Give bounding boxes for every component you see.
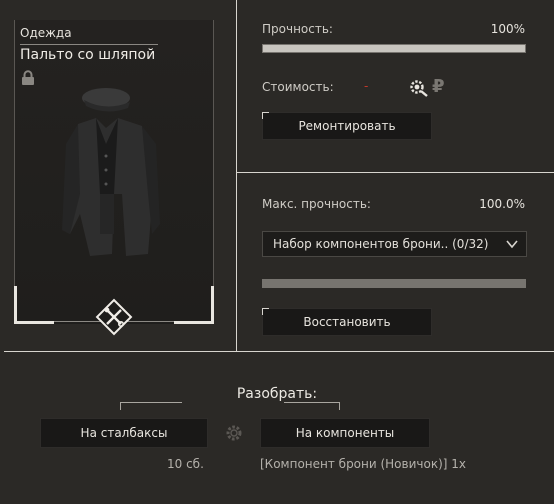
disassemble-components-button[interactable]: На компоненты xyxy=(260,418,430,448)
chevron-down-icon xyxy=(506,240,518,249)
max-durability-bar xyxy=(262,279,526,288)
lock-icon xyxy=(22,70,34,85)
durability-label: Прочность: xyxy=(262,22,333,36)
item-category: Одежда xyxy=(20,26,72,40)
disassemble-title: Разобрать: xyxy=(236,386,318,402)
durability-bar-fill xyxy=(263,45,525,52)
right-panel-divider xyxy=(236,172,554,173)
disassemble-stalbucks-button[interactable]: На сталбаксы xyxy=(40,418,208,448)
settings-gear-icon xyxy=(410,80,428,97)
max-durability-label: Макс. прочность: xyxy=(262,197,371,211)
coat-image xyxy=(62,88,160,256)
gear-icon xyxy=(226,425,242,441)
vertical-divider xyxy=(236,0,237,352)
repair-button-label: Ремонтировать xyxy=(298,119,396,133)
repair-kit-select[interactable]: Набор компонентов брони.. (0/32) xyxy=(262,231,527,257)
durability-value: 100% xyxy=(490,22,525,36)
repair-kit-selected: Набор компонентов брони.. (0/32) xyxy=(273,237,489,251)
disassemble-tick-right xyxy=(339,402,340,410)
stalbucks-amount: 10 сб. xyxy=(167,457,204,471)
max-durability-bar-fill xyxy=(263,280,525,287)
ruble-icon: ₽ xyxy=(432,76,445,97)
section-divider xyxy=(4,351,554,352)
card-corner-left xyxy=(14,286,54,324)
disassemble-line-right xyxy=(284,402,340,403)
stalbucks-button-label: На сталбаксы xyxy=(80,426,168,440)
restore-button-label: Восстановить xyxy=(303,315,391,329)
card-corner-right xyxy=(174,286,214,324)
disassemble-line-left xyxy=(120,402,182,403)
restore-button[interactable]: Восстановить xyxy=(262,308,432,336)
item-name: Пальто со шляпой xyxy=(20,47,156,63)
repair-button[interactable]: Ремонтировать xyxy=(262,112,432,140)
repair-tools-icon[interactable] xyxy=(95,298,133,336)
cost-value: - xyxy=(364,79,369,93)
category-underline xyxy=(20,44,158,45)
durability-bar xyxy=(262,44,526,53)
components-button-label: На компоненты xyxy=(295,426,395,440)
cost-label: Стоимость: xyxy=(262,80,334,94)
max-durability-value: 100.0% xyxy=(479,197,525,211)
components-result: [Компонент брони (Новичок)] 1x xyxy=(260,457,466,471)
disassemble-tick-left xyxy=(120,402,121,410)
